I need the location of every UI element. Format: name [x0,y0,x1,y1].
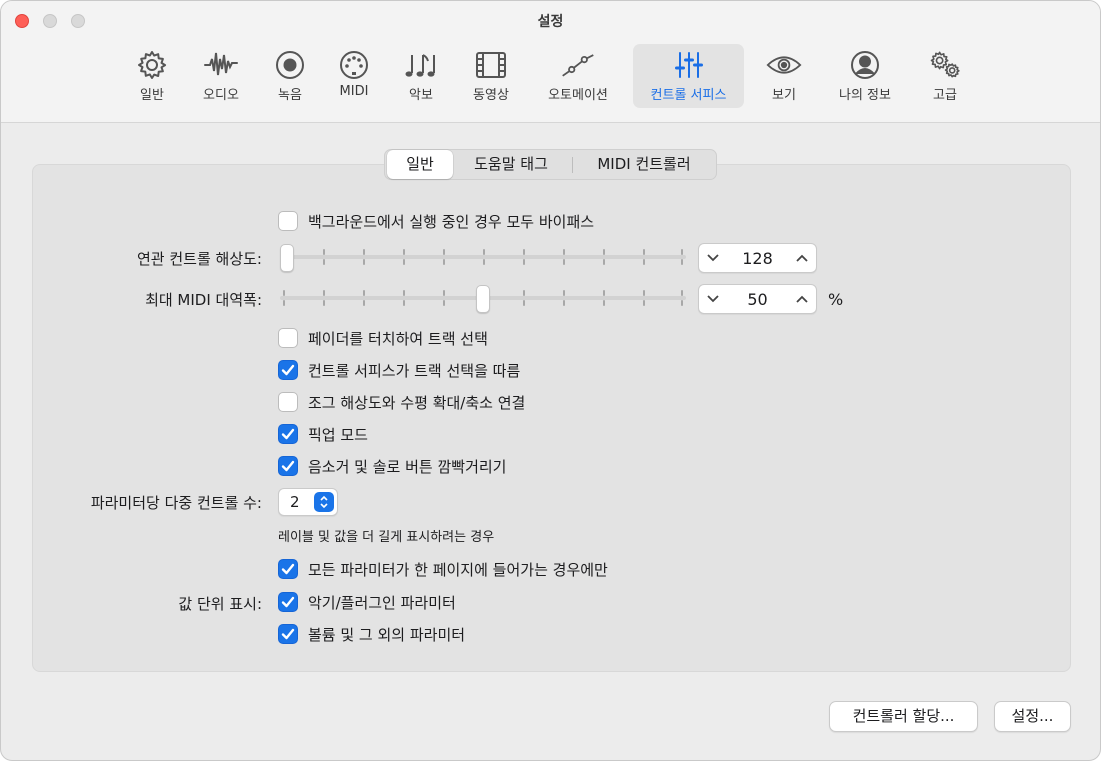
toolbar-item-movie[interactable]: 동영상 [462,44,520,108]
toolbar-item-audio[interactable]: 오디오 [193,44,249,108]
bandwidth-stepper[interactable]: 50 [698,284,817,314]
multi-controls-value: 2 [290,493,300,511]
checkbox-row[interactable]: 조그 해상도와 수평 확대/축소 연결 [278,391,525,413]
follow-track-selection-checkbox[interactable] [278,360,298,380]
checkbox-label: 모든 파라미터가 한 페이지에 들어가는 경우에만 [308,560,608,579]
resolution-slider-thumb[interactable] [280,244,294,272]
toolbar-item-advanced[interactable]: 고급 [919,44,971,108]
midi-port-icon [336,48,372,82]
controller-assignments-button[interactable]: 컨트롤러 할당... [829,701,978,732]
checkbox-row[interactable]: 모든 파라미터가 한 페이지에 들어가는 경우에만 [278,558,608,580]
bandwidth-unit: % [828,290,844,309]
setup-button[interactable]: 설정... [994,701,1071,732]
toolbar-label: 녹음 [278,88,302,103]
checkbox-row[interactable]: 음소거 및 솔로 버튼 깜빡거리기 [278,455,506,477]
toolbar-item-control-surfaces[interactable]: 컨트롤 서피스 [633,44,744,108]
checkbox-label: 악기/플러그인 파라미터 [308,593,456,612]
resolution-value[interactable]: 128 [727,249,788,268]
checkbox-row[interactable]: 픽업 모드 [278,423,368,445]
gear-icon [134,48,170,82]
window-title: 설정 [537,14,564,30]
checkbox-label: 픽업 모드 [308,425,368,444]
link-jog-zoom-checkbox[interactable] [278,392,298,412]
chevron-up-icon[interactable] [788,244,816,272]
chevron-down-icon[interactable] [699,244,727,272]
checkbox-label: 조그 해상도와 수평 확대/축소 연결 [308,393,526,412]
gears-icon [927,48,963,82]
toolbar-label: 고급 [933,88,957,103]
toolbar-label: 나의 정보 [839,88,891,103]
value-units-label: 값 단위 표시: [178,595,262,613]
toolbar-item-midi[interactable]: MIDI [328,44,380,108]
toolbar-item-automation[interactable]: 오토메이션 [539,44,617,108]
multi-controls-popup[interactable]: 2 [278,488,338,516]
tab-bar: 일반 도움말 태그 MIDI 컨트롤러 [384,149,717,180]
chevron-down-icon[interactable] [699,285,727,313]
sliders-icon [671,48,707,82]
bypass-checkbox-row[interactable]: 백그라운드에서 실행 중인 경우 모두 바이패스 [278,210,594,232]
checkbox-row[interactable]: 악기/플러그인 파라미터 [278,591,456,613]
titlebar: 설정 일반 오디오 녹음 MIDI 악보 동영상 오토메이션 컨트롤 서피스 보… [1,1,1100,123]
checkbox-label: 컨트롤 서피스가 트랙 선택을 따름 [308,361,521,380]
chevron-updown-icon [314,492,334,512]
fit-page-checkbox[interactable] [278,559,298,579]
chevron-up-icon[interactable] [788,285,816,313]
volume-units-checkbox[interactable] [278,624,298,644]
checkbox-label: 페이더를 터치하여 트랙 선택 [308,329,488,348]
toolbar-label: 오디오 [203,88,239,103]
toolbar-item-record[interactable]: 녹음 [265,44,315,108]
settings-window: 설정 일반 오디오 녹음 MIDI 악보 동영상 오토메이션 컨트롤 서피스 보… [0,0,1101,761]
waveform-icon [203,48,239,82]
tab-midi-controllers[interactable]: MIDI 컨트롤러 [578,150,710,179]
toolbar-label: MIDI [339,84,369,99]
toolbar-label: 악보 [409,88,433,103]
checkbox-row[interactable]: 컨트롤 서피스가 트랙 선택을 따름 [278,359,520,381]
record-icon [272,48,308,82]
touch-fader-checkbox[interactable] [278,328,298,348]
resolution-slider[interactable] [280,244,686,272]
toolbar-label: 컨트롤 서피스 [650,88,727,103]
music-notes-icon [403,48,439,82]
bypass-checkbox[interactable] [278,211,298,231]
checkbox-row[interactable]: 페이더를 터치하여 트랙 선택 [278,327,488,349]
person-icon [847,48,883,82]
toolbar-item-view[interactable]: 보기 [759,44,809,108]
toolbar-item-score[interactable]: 악보 [396,44,446,108]
resolution-label: 연관 컨트롤 해상도: [137,250,262,268]
toolbar-label: 동영상 [473,88,509,103]
bandwidth-value[interactable]: 50 [727,290,788,309]
toolbar-item-general[interactable]: 일반 [127,44,177,108]
toolbar-label: 보기 [772,88,796,103]
plugin-units-checkbox[interactable] [278,592,298,612]
checkbox-label: 음소거 및 솔로 버튼 깜빡거리기 [308,457,507,476]
pickup-mode-checkbox[interactable] [278,424,298,444]
bandwidth-slider[interactable] [280,285,686,313]
automation-icon [560,48,596,82]
toolbar-label: 일반 [140,88,164,103]
toolbar-item-my-info[interactable]: 나의 정보 [829,44,901,108]
eye-icon [766,48,802,82]
multi-controls-hint: 레이블 및 값을 더 길게 표시하려는 경우 [278,530,495,545]
bypass-label: 백그라운드에서 실행 중인 경우 모두 바이패스 [308,212,595,231]
resolution-stepper[interactable]: 128 [698,243,817,273]
bandwidth-label: 최대 MIDI 대역폭: [145,291,262,309]
tab-help-tags[interactable]: 도움말 태그 [455,150,567,179]
multi-controls-label: 파라미터당 다중 컨트롤 수: [90,494,262,512]
flash-mute-solo-checkbox[interactable] [278,456,298,476]
film-icon [473,48,509,82]
tab-general[interactable]: 일반 [387,150,453,179]
checkbox-row[interactable]: 볼륨 및 그 외의 파라미터 [278,623,465,645]
bandwidth-slider-thumb[interactable] [476,285,490,313]
toolbar-label: 오토메이션 [548,88,608,103]
checkbox-label: 볼륨 및 그 외의 파라미터 [308,625,466,644]
tab-divider [572,157,573,173]
